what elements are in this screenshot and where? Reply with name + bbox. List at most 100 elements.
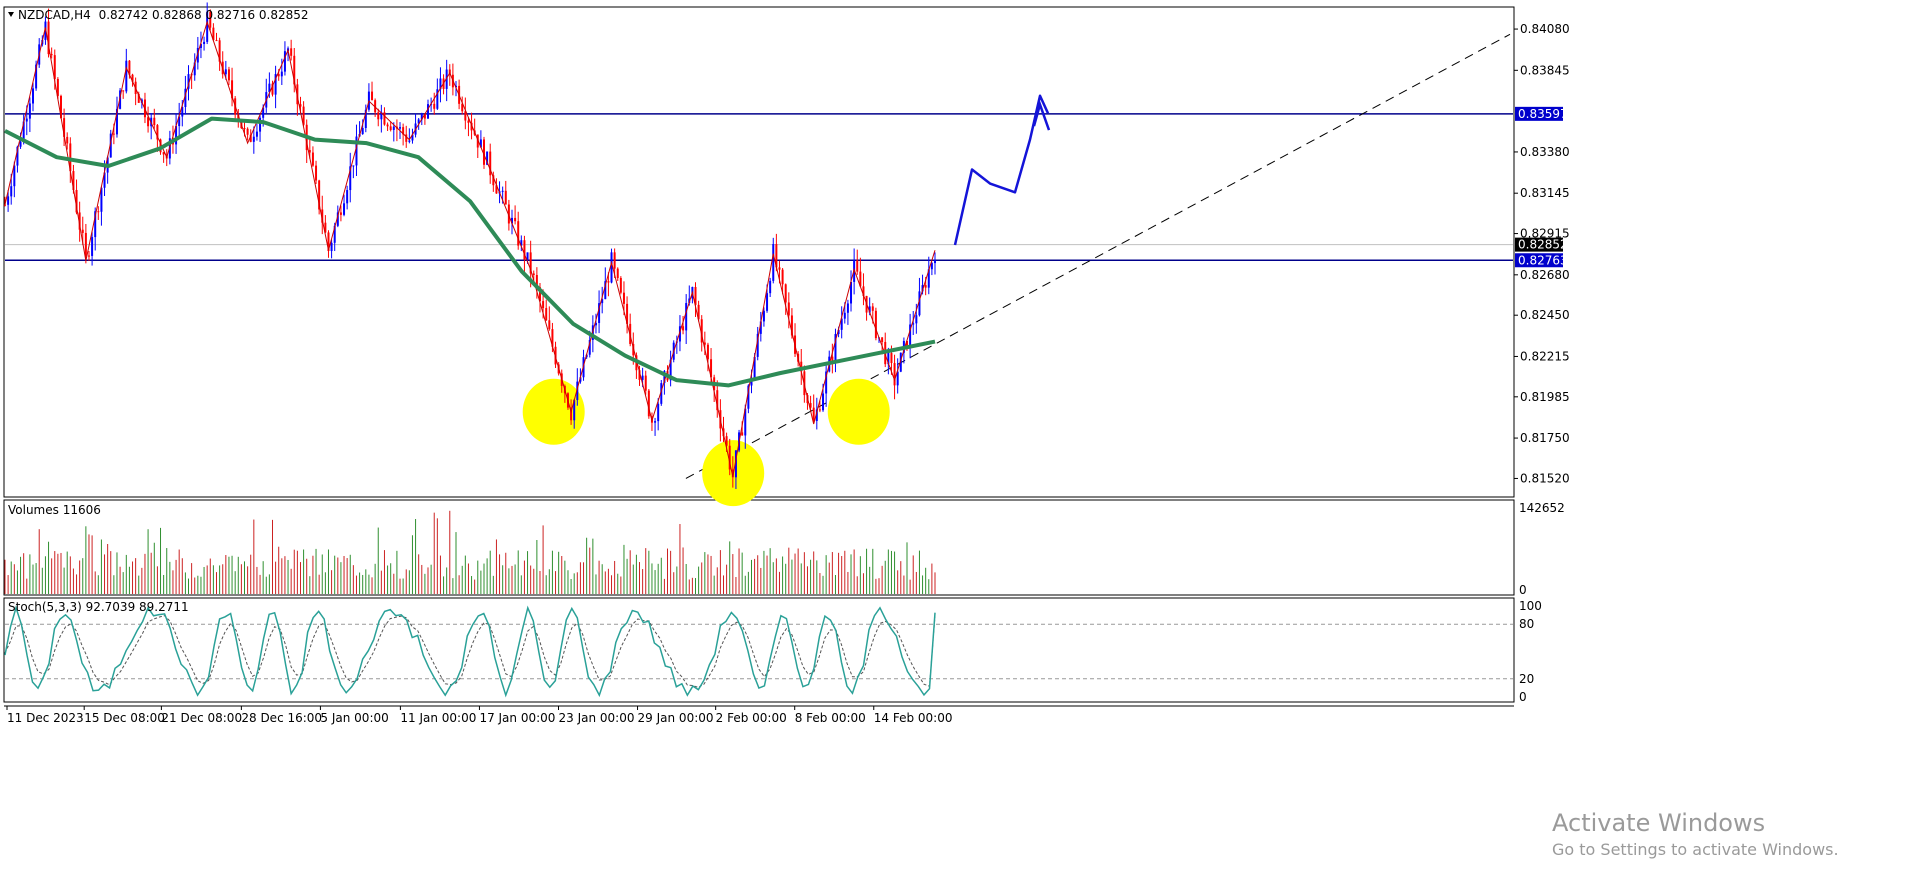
candle-body <box>352 165 355 167</box>
candle-body <box>66 136 69 144</box>
price-tick-label: 0.81750 <box>1520 431 1570 445</box>
candle-body <box>622 292 625 304</box>
time-tick-label: 8 Feb 00:00 <box>795 711 866 725</box>
volume-title: Volumes 11606 <box>8 503 101 517</box>
candle-body <box>97 211 100 213</box>
candle-body <box>504 190 507 205</box>
price-tick-label: 0.81520 <box>1520 471 1570 485</box>
candle-body <box>784 284 787 303</box>
candle-body <box>10 186 13 197</box>
candle-body <box>787 302 790 316</box>
candle-body <box>856 260 859 272</box>
time-tick-label: 11 Dec 2023 <box>7 711 84 725</box>
candle-body <box>822 393 825 411</box>
candle-body <box>255 131 258 137</box>
candle-body <box>283 51 286 72</box>
candle-body <box>392 126 395 130</box>
chart-canvas[interactable]: 0.840800.838450.833800.831450.829150.826… <box>0 0 1920 889</box>
candle-body <box>377 112 380 120</box>
price-tick-label: 0.82215 <box>1520 349 1570 363</box>
candle-body <box>644 375 647 391</box>
candle-body <box>386 124 389 127</box>
stoch-level-label: 0 <box>1519 690 1527 704</box>
time-tick-label: 5 Jan 00:00 <box>320 711 388 725</box>
time-tick-label: 23 Jan 00:00 <box>558 711 634 725</box>
candle-body <box>280 71 283 77</box>
price-tick-label: 0.82680 <box>1520 268 1570 282</box>
candle-body <box>619 278 622 293</box>
volume-axis-zero: 0 <box>1519 583 1527 597</box>
candle-body <box>227 69 230 81</box>
candle-body <box>84 232 87 256</box>
time-tick-label: 15 Dec 08:00 <box>84 711 165 725</box>
candle-body <box>881 337 884 342</box>
candle-body <box>81 229 84 233</box>
stoch-title: Stoch(5,3,3) 92.7039 89.2711 <box>8 600 189 614</box>
candle-body <box>766 293 769 311</box>
candle-body <box>613 252 616 269</box>
candle-body <box>542 301 545 309</box>
candle-body <box>924 285 927 288</box>
price-tick-label: 0.81985 <box>1520 390 1570 404</box>
candle-body <box>532 273 535 276</box>
candle-body <box>514 217 517 222</box>
candle-body <box>215 40 218 42</box>
candle-body <box>28 103 31 119</box>
time-tick-label: 11 Jan 00:00 <box>400 711 476 725</box>
candle-body <box>122 90 125 92</box>
candle-body <box>545 308 548 321</box>
price-pane[interactable] <box>3 6 1515 498</box>
candle-body <box>427 104 430 119</box>
candle-body <box>874 310 877 339</box>
candle-body <box>339 212 342 215</box>
candle-body <box>389 126 392 130</box>
price-tick-label: 0.84080 <box>1520 22 1570 36</box>
candle-body <box>383 112 386 125</box>
candle-body <box>654 421 657 423</box>
candle-body <box>846 303 849 313</box>
price-tag-label: 0.82852 <box>1518 238 1568 252</box>
candle-body <box>762 310 765 322</box>
candle-body <box>706 344 709 360</box>
candle-body <box>616 268 619 279</box>
stoch-level-label: 100 <box>1519 599 1542 613</box>
watermark-line1: Activate Windows <box>1552 809 1766 837</box>
candle-body <box>517 221 520 246</box>
candle-body <box>607 281 610 283</box>
stoch-level-label: 20 <box>1519 672 1534 686</box>
candle-body <box>778 267 781 270</box>
price-tag-label: 0.83597 <box>1518 107 1568 121</box>
candle-body <box>685 303 688 331</box>
candle-body <box>311 152 314 166</box>
highlight-circle-3 <box>827 378 890 445</box>
activate-windows-watermark: Activate Windows Go to Settings to activ… <box>1552 808 1839 862</box>
price-tick-label: 0.83380 <box>1520 145 1570 159</box>
candle-body <box>781 269 784 285</box>
highlight-circle-1 <box>522 378 585 445</box>
candle-body <box>772 244 775 281</box>
volume-pane[interactable] <box>3 499 1515 596</box>
price-tick-label: 0.83145 <box>1520 186 1570 200</box>
candle-body <box>548 320 551 330</box>
candle-body <box>408 140 411 142</box>
time-tick-label: 21 Dec 08:00 <box>161 711 242 725</box>
candle-body <box>871 306 874 311</box>
candle-body <box>203 41 206 45</box>
candle-body <box>246 128 249 135</box>
candle-body <box>361 127 364 134</box>
candle-body <box>7 196 10 205</box>
candle-body <box>330 242 333 252</box>
candle-body <box>315 165 318 181</box>
candle-body <box>25 118 28 122</box>
candle-body <box>343 203 346 215</box>
candle-body <box>741 432 744 436</box>
candle-body <box>399 127 402 129</box>
candle-body <box>433 103 436 109</box>
candle-body <box>890 353 893 364</box>
candle-body <box>224 69 227 75</box>
candle-body <box>125 60 128 92</box>
candle-body <box>50 54 53 56</box>
candle-body <box>934 260 936 264</box>
candle-body <box>346 190 349 204</box>
candle-body <box>252 136 255 142</box>
